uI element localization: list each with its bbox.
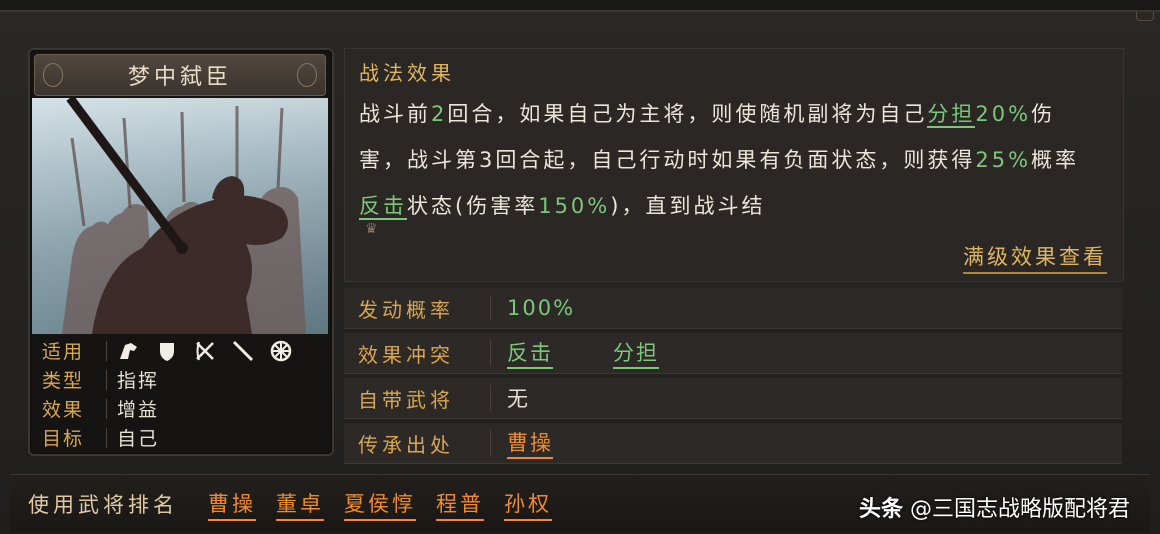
ranked-general-link[interactable]: 程普 — [436, 488, 484, 521]
attr-row-target: 目标 自己 — [36, 423, 326, 452]
cavalry-icon — [120, 342, 137, 359]
spear-icon — [232, 340, 254, 361]
ranking-label: 使用武将排名 — [28, 493, 178, 517]
status-keyword-link[interactable]: 分担 — [927, 102, 976, 128]
more-text-icon: ♛ — [365, 221, 378, 237]
info-label: 自带武将 — [358, 387, 454, 412]
effect-text-segment: 25% — [975, 148, 1032, 172]
conflict-counterattack-link[interactable]: 反击 — [507, 337, 553, 369]
scroll-ornament-icon — [43, 63, 63, 87]
skill-card: 梦中弑臣 适用 类型 指挥 效果 增益 目标 自己 — [28, 48, 334, 456]
skill-name: 梦中弑臣 — [127, 65, 232, 90]
info-row-inherit-source: 传承出处 曹操 — [344, 423, 1122, 464]
attr-value: 指挥 — [117, 370, 160, 392]
scroll-ornament-icon — [297, 63, 317, 87]
info-label: 传承出处 — [358, 432, 454, 457]
info-row-conflicts: 效果冲突 反击 分担 — [344, 333, 1122, 374]
watermark: 头条 @三国志战略版配将君 — [859, 491, 1130, 523]
ranked-general-link[interactable]: 孙权 — [504, 488, 552, 521]
divider — [490, 340, 491, 366]
native-general-value: 无 — [507, 387, 530, 411]
attr-label: 目标 — [42, 428, 85, 450]
skill-artwork — [32, 98, 328, 334]
info-row-native-general: 自带武将 无 — [344, 378, 1122, 419]
skill-effect-box: 战法效果 战斗前2回合，如果自己为主将，则使随机副将为自己分担20%伤害，战斗第… — [344, 48, 1124, 282]
effect-description[interactable]: 战斗前2回合，如果自己为主将，则使随机副将为自己分担20%伤害，战斗第3回合起，… — [359, 91, 1099, 229]
effect-text-segment: 150% — [538, 194, 611, 218]
attr-row-effect: 效果 增益 — [36, 394, 326, 423]
ranked-general-link[interactable]: 董卓 — [276, 488, 324, 521]
watermark-account: @三国志战略版配将君 — [909, 497, 1130, 522]
general-usage-ranking-bar: 使用武将排名 曹操 董卓 夏侯惇 程普 孙权 头条 @三国志战略版配将君 — [10, 474, 1150, 533]
divider — [106, 427, 107, 448]
conflict-share-damage-link[interactable]: 分担 — [613, 337, 659, 369]
inherit-source-general-link[interactable]: 曹操 — [507, 427, 553, 459]
attr-row-type: 类型 指挥 — [36, 365, 326, 394]
skill-panel: 梦中弑臣 适用 类型 指挥 效果 增益 目标 自己 战法效果 战斗前2回合，如果… — [0, 10, 1160, 534]
attr-label: 效果 — [42, 399, 85, 421]
divider — [106, 398, 107, 419]
full-level-effect-link[interactable]: 满级效果查看 — [963, 241, 1107, 274]
effect-text-segment: 战斗前 — [359, 102, 431, 126]
shield-icon — [160, 342, 174, 361]
info-row-trigger-rate: 发动概率 100% — [344, 288, 1122, 329]
attr-label: 适用 — [42, 341, 85, 363]
divider — [490, 430, 491, 456]
ranked-general-link[interactable]: 曹操 — [208, 488, 256, 521]
skill-title-plate: 梦中弑臣 — [34, 54, 326, 96]
attr-label: 类型 — [42, 370, 85, 392]
divider — [106, 369, 107, 390]
effect-text-segment: 状态(伤害率 — [407, 194, 539, 218]
troop-type-icons — [117, 339, 293, 363]
trigger-rate-value: 100% — [507, 296, 576, 320]
attr-value: 增益 — [117, 399, 160, 421]
effect-heading: 战法效果 — [359, 61, 455, 85]
effect-text-segment: 回合，如果自己为主将，则使随机副将为自己 — [447, 102, 928, 126]
effect-text-segment: )，直到战斗结 — [610, 194, 766, 218]
status-keyword-link[interactable]: 反击 — [359, 194, 407, 220]
effect-text-segment: 概率 — [1031, 148, 1080, 172]
divider — [490, 295, 491, 321]
attr-value: 自己 — [117, 428, 160, 450]
effect-text-segment: 2 — [431, 102, 448, 126]
wheel-icon — [270, 340, 292, 361]
watermark-brand: 头条 — [858, 497, 903, 522]
info-label: 发动概率 — [358, 297, 454, 322]
close-tab-icon[interactable] — [1136, 12, 1154, 21]
divider — [490, 385, 491, 411]
bow-icon — [196, 341, 214, 360]
ranked-general-link[interactable]: 夏侯惇 — [344, 488, 416, 521]
warrior-silhouette-illustration — [32, 98, 328, 334]
skill-attributes: 适用 类型 指挥 效果 增益 目标 自己 — [36, 336, 326, 452]
effect-text-segment: 20% — [975, 102, 1032, 126]
divider — [106, 340, 107, 361]
skill-info-table: 发动概率 100% 效果冲突 反击 分担 自带武将 无 传承出处 曹操 — [344, 288, 1122, 468]
attr-row-applicable: 适用 — [36, 336, 326, 365]
info-label: 效果冲突 — [358, 342, 454, 367]
